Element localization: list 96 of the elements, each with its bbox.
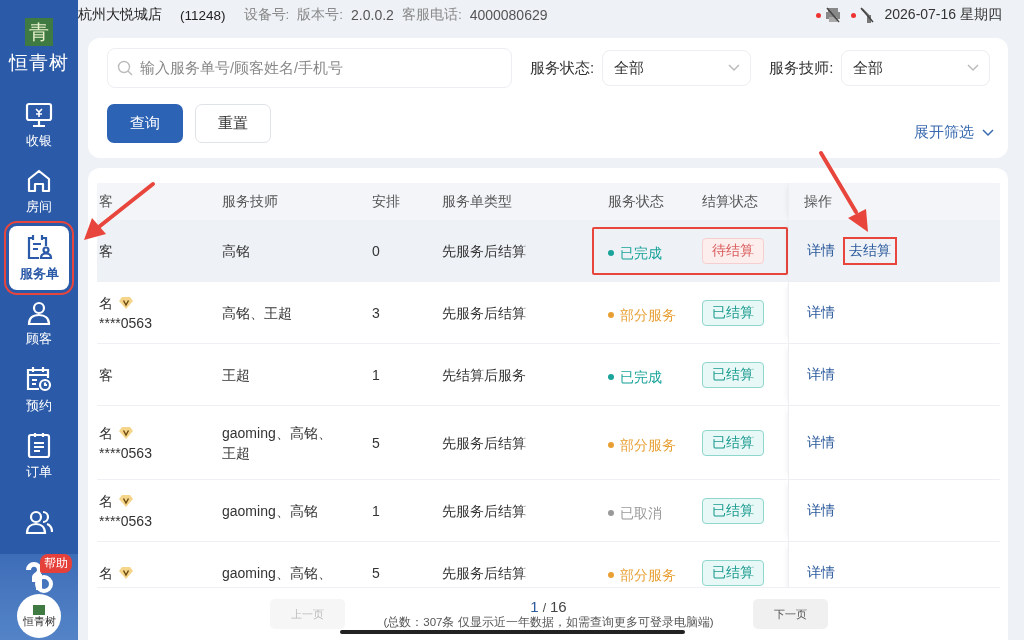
total-pages: 16 <box>550 598 567 615</box>
column-header: 服务技师 <box>221 192 279 211</box>
arrow-annotation <box>84 182 155 240</box>
clipboard-person-icon <box>25 233 53 261</box>
document-icon <box>26 431 52 459</box>
technician-cell-text: gaoming、高铭 <box>221 501 319 521</box>
sidebar-item[interactable]: 收银 <box>9 94 69 158</box>
service-status: 已完成 <box>620 367 662 386</box>
customer-name: 客 <box>99 241 113 261</box>
arrangement-cell-text: 5 <box>371 563 381 583</box>
details-link[interactable]: 详情 <box>803 560 839 585</box>
arrangement-cell-text: 3 <box>371 303 381 323</box>
column-header: 服务状态 <box>607 192 665 211</box>
expand-filters-link[interactable]: 展开筛选 <box>914 123 994 142</box>
printer-off-icon <box>825 7 842 23</box>
settlement-tag: 待结算 <box>702 237 764 264</box>
details-link[interactable]: 详情 <box>803 238 839 263</box>
technician-cell-text: 高铭 <box>221 241 251 261</box>
sidebar-item[interactable]: 订单 <box>9 424 69 488</box>
service-status: 部分服务 <box>620 305 676 324</box>
arrangement-cell-text: 1 <box>371 365 381 385</box>
settlement-tag: 已结算 <box>702 429 764 456</box>
brand-name: 恒青树 <box>9 50 69 75</box>
technician-cell-text: 王超 <box>221 365 251 385</box>
sidebar-item[interactable]: 房间 <box>9 160 69 224</box>
technician-cell-text: gaoming、高铭、王超 <box>221 423 333 463</box>
service-status: 部分服务 <box>620 435 676 454</box>
order-type-cell-text: 先服务后结算 <box>441 563 527 583</box>
column-header: 结算状态 <box>701 192 759 211</box>
device-label: 设备号: <box>243 6 290 24</box>
order-type-cell-text: 先结算后服务 <box>441 365 527 385</box>
customer-name: 名 <box>99 491 113 511</box>
monitor-icon <box>25 102 53 128</box>
reset-button[interactable]: 重置 <box>195 104 271 143</box>
customer-name: 客 <box>99 365 113 385</box>
technician-cell-text: gaoming、高铭、 <box>221 563 333 583</box>
column-header: 客 <box>98 192 114 211</box>
query-button[interactable]: 查询 <box>107 104 183 143</box>
details-link[interactable]: 详情 <box>803 498 839 523</box>
details-link[interactable]: 详情 <box>803 300 839 325</box>
phone-label: 客服电话: <box>401 6 462 24</box>
chevron-down-icon <box>728 64 741 72</box>
customer-phone: ****0563 <box>99 511 153 531</box>
arrangement-cell-text: 1 <box>371 501 381 521</box>
settlement-tag: 已结算 <box>702 361 764 388</box>
settlement-tag: 已结算 <box>702 559 764 586</box>
signal-off-icon <box>860 7 875 23</box>
arrangement-cell-text: 0 <box>371 241 381 261</box>
logo-mark: 青 <box>25 18 53 46</box>
store-name: 杭州大悦城店 <box>78 6 162 24</box>
home-icon <box>26 168 52 194</box>
date-text: 2026-07-16 星期四 <box>884 6 1002 24</box>
customer-name: 名 <box>99 293 113 313</box>
version-label: 版本号: <box>297 6 344 24</box>
dropdown-field[interactable]: 全部 <box>602 50 752 86</box>
service-status: 部分服务 <box>620 565 676 584</box>
order-type-cell-text: 先服务后结算 <box>441 303 527 323</box>
people-icon <box>25 509 53 535</box>
column-header: 服务单类型 <box>441 192 513 211</box>
search-field[interactable]: 输入服务单号/顾客姓名/手机号 <box>107 48 512 88</box>
customer-name: 名 <box>99 423 113 443</box>
next-page-button[interactable]: 下一页 <box>752 599 828 629</box>
dropdown-field[interactable]: 全部 <box>841 50 991 86</box>
customer-phone: ****0563 <box>99 443 153 463</box>
person-icon <box>26 300 52 326</box>
store-avatar[interactable]: 恒青树 <box>17 594 61 638</box>
version-number: 2.0.0.2 <box>351 7 394 23</box>
order-type-cell-text: 先服务后结算 <box>441 501 527 521</box>
help-badge: 帮助 <box>40 554 72 573</box>
service-status: 已完成 <box>620 243 662 262</box>
settle-link[interactable]: 去结算 <box>845 238 895 263</box>
order-type-cell-text: 先服务后结算 <box>441 241 527 261</box>
sidebar-item[interactable]: 预约 <box>9 358 69 422</box>
customer-phone: ****0563 <box>99 313 153 333</box>
details-link[interactable]: 详情 <box>803 430 839 455</box>
search-icon <box>117 60 133 76</box>
technician-cell-text: 高铭、王超 <box>221 303 293 323</box>
arrangement-cell-text: 5 <box>371 433 381 453</box>
customer-name: 名 <box>99 563 113 583</box>
settlement-tag: 已结算 <box>702 299 764 326</box>
calendar-clock-icon <box>25 365 53 393</box>
order-type-cell-text: 先服务后结算 <box>441 433 527 453</box>
phone-number: 4000080629 <box>469 7 548 23</box>
details-link[interactable]: 详情 <box>803 362 839 387</box>
filter-label: 服务技师: <box>769 58 834 78</box>
filter-label: 服务状态: <box>530 58 595 78</box>
column-header: 安排 <box>371 192 401 211</box>
settlement-tag: 已结算 <box>702 497 764 524</box>
current-page: 1 <box>530 598 539 615</box>
sidebar-item[interactable]: 顾客 <box>9 292 69 356</box>
total-note: (总数：307条 仅显示近一年数据，如需查询更多可登录电脑端) <box>383 615 714 630</box>
service-status: 已取消 <box>620 503 662 522</box>
page-separator: / <box>542 601 546 615</box>
chevron-down-icon <box>982 128 994 137</box>
chevron-down-icon <box>967 64 980 72</box>
store-code: (11248) <box>180 7 226 23</box>
